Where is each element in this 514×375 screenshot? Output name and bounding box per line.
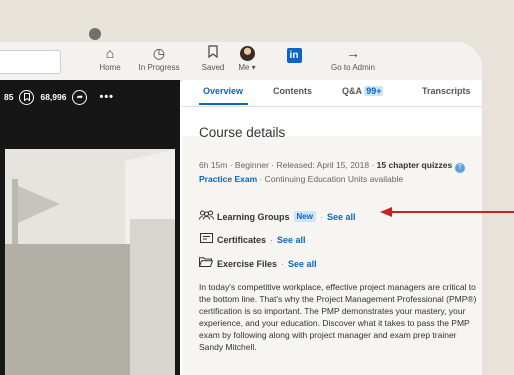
practice-exam-icon: ? [454,163,465,173]
course-illustration [5,149,175,375]
nav-go-to-admin[interactable]: → Go to Admin [326,44,380,72]
share-button[interactable]: ➦ [72,89,88,105]
search-input[interactable] [0,50,61,74]
save-course-button[interactable] [19,89,35,105]
like-count: 85 [4,92,14,102]
active-tab-indicator [199,103,248,105]
certificates-see-all-link[interactable]: See all [277,235,306,245]
more-options-button[interactable]: ••• [99,91,114,103]
tab-qa[interactable]: Q&A 99+ [342,86,384,96]
home-icon: ⌂ [105,45,115,61]
browser-screen: ⌂ Home ◷ In Progress Saved Me ▾ in → Go … [0,42,482,375]
bookmark-icon [23,93,30,101]
tab-contents[interactable]: Contents [273,86,312,96]
video-area: 85 68,996 ➦ ••• [0,80,180,375]
group-icon [199,210,214,223]
nav-home[interactable]: ⌂ Home [90,44,130,72]
video-thumbnail[interactable] [5,149,175,375]
course-meta: 6h 15m · Beginner · Released: April 15, … [199,159,475,185]
exercise-files-row: Exercise Files · See all [198,257,317,270]
certificate-icon [199,233,213,246]
webcam-dot [89,28,101,40]
learning-groups-row: Learning Groups New · See all [199,210,356,223]
practice-exam-link[interactable]: Practice Exam [199,174,257,184]
folder-icon [198,257,214,270]
new-badge: New [293,211,316,222]
avatar [239,46,255,61]
arrow-right-icon: → [346,45,360,61]
exercise-files-see-all-link[interactable]: See all [288,259,317,269]
nav-me[interactable]: Me ▾ [232,44,262,72]
share-icon: ➦ [77,94,83,101]
course-description: In today's competitive workplace, effect… [199,282,477,352]
certificates-row: Certificates · See all [199,233,306,246]
nav-saved[interactable]: Saved [196,44,230,72]
tab-transcripts[interactable]: Transcripts [422,86,471,96]
qa-count-badge: 99+ [364,86,384,96]
linkedin-logo-link[interactable]: in [283,44,305,63]
learning-groups-see-all-link[interactable]: See all [327,212,356,222]
top-navigation: ⌂ Home ◷ In Progress Saved Me ▾ in → Go … [0,42,482,81]
section-heading: Course details [199,125,286,140]
clock-icon: ◷ [152,45,166,61]
linkedin-icon: in [286,48,302,63]
course-tabs: Overview Contents Q&A 99+ Transcripts [182,80,482,107]
video-action-bar: 85 68,996 ➦ ••• [0,80,184,114]
course-details-panel: Overview Contents Q&A 99+ Transcripts Co… [182,80,482,375]
save-count: 68,996 [40,92,67,102]
bookmark-icon [196,44,230,62]
tab-overview[interactable]: Overview [203,86,243,96]
nav-in-progress[interactable]: ◷ In Progress [131,44,187,72]
